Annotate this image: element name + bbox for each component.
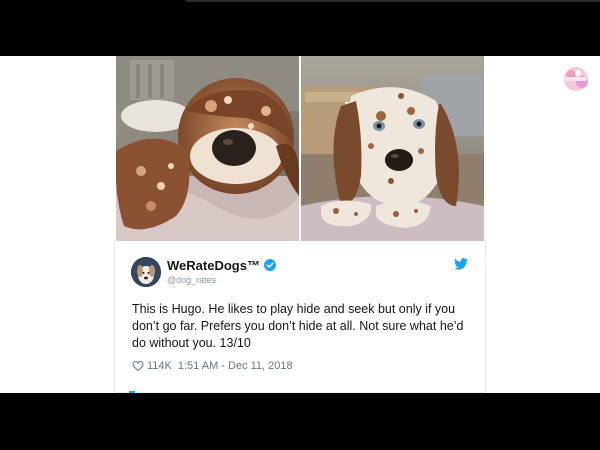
video-frame: WeRateDogs™ @dog_rates This is Hugo. He … [0,56,600,393]
display-name[interactable]: WeRateDogs™ [167,258,260,273]
avatar[interactable] [131,257,161,287]
dog-sleeping-photo [116,56,299,241]
tweet-photo-2[interactable] [301,56,484,241]
twitter-bird-icon[interactable] [454,258,468,270]
letterbox-bottom [0,393,600,450]
like-count[interactable]: 114K [147,360,172,372]
channel-logo-icon [564,67,588,91]
tweet-timestamp[interactable]: 1:51 AM - Dec 11, 2018 [178,360,293,372]
verified-badge-icon [263,259,276,271]
tweet-photo-1[interactable] [116,56,299,241]
tweet-text: This is Hugo. He likes to play hide and … [132,302,464,350]
handle[interactable]: @dog_rates [167,275,216,285]
tweet-meta: 114K 1:51 AM - Dec 11, 2018 [132,358,293,374]
dog-looking-photo [301,56,484,241]
tweet-body: WeRateDogs™ @dog_rates This is Hugo. He … [114,241,486,393]
video-top-strip [186,0,600,2]
letterbox-top [0,0,600,56]
tweet-card: WeRateDogs™ @dog_rates This is Hugo. He … [114,56,486,393]
dog-avatar-icon [131,257,161,287]
heart-icon[interactable] [132,360,144,372]
author-name-row[interactable]: WeRateDogs™ [167,257,276,273]
